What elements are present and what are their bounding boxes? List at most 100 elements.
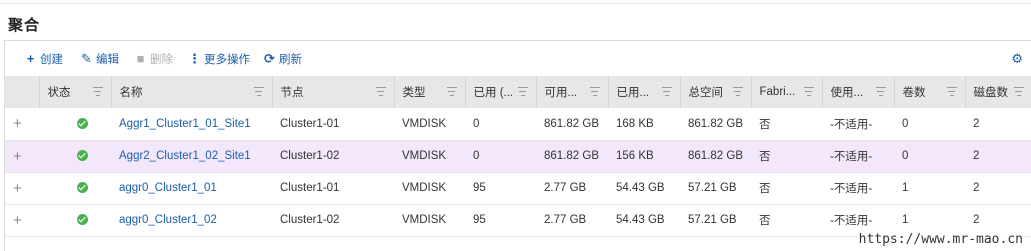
trash-icon: ■ — [136, 51, 145, 66]
column-label: Fabri... — [759, 85, 796, 98]
expand-icon[interactable]: + — [5, 204, 39, 237]
disks-cell: 2 — [965, 140, 1031, 173]
pencil-icon: ✎ — [81, 51, 92, 66]
page-title: 聚合 — [8, 17, 41, 34]
refresh-icon: ⟳ — [264, 51, 275, 66]
refresh-button[interactable]: ⟳ 刷新 — [263, 51, 302, 67]
column-header-disks[interactable]: 磁盘数 — [965, 76, 1031, 108]
filter-icon[interactable] — [661, 87, 672, 96]
total-cell: 57.21 GB — [680, 204, 751, 237]
usage-cell: -不适用- — [822, 140, 894, 173]
available-cell: 861.82 GB — [536, 108, 608, 141]
used-pct-cell: 0 — [465, 108, 536, 141]
node-cell: Cluster1-02 — [272, 140, 394, 173]
aggregate-name-link[interactable]: Aggr2_Cluster1_02_Site1 — [119, 150, 251, 162]
filter-icon[interactable] — [253, 87, 264, 96]
type-cell: VMDISK — [394, 204, 465, 237]
filter-icon[interactable] — [446, 87, 457, 96]
column-label: 节点 — [280, 87, 304, 99]
column-header-type[interactable]: 类型 — [394, 76, 466, 108]
expand-header — [5, 76, 40, 108]
table-header-row: 状态 名称 节点 类型 已用 (... 可用... 已用... 总空间 Fabr… — [5, 76, 1031, 108]
used-cell: 54.43 GB — [608, 172, 680, 205]
plus-icon: + — [26, 51, 35, 66]
status-cell — [39, 108, 111, 141]
used-cell: 168 KB — [608, 108, 680, 141]
disks-cell: 2 — [965, 172, 1031, 205]
used-pct-cell: 0 — [465, 140, 536, 173]
column-label: 使用... — [830, 87, 864, 99]
filter-icon[interactable] — [92, 87, 103, 96]
fabricpool-cell: 否 — [751, 172, 822, 205]
filter-icon[interactable] — [732, 87, 743, 96]
filter-icon[interactable] — [589, 87, 600, 96]
column-header-available[interactable]: 可用... — [536, 76, 609, 108]
edit-button[interactable]: ✎ 编辑 — [80, 51, 119, 67]
aggregate-name-link[interactable]: Aggr1_Cluster1_01_Site1 — [119, 118, 251, 130]
volumes-cell: 0 — [894, 140, 965, 173]
toolbar: + 创建 ✎ 编辑 ■ 删除 ⋮ 更多操作 ⟳ 刷新 ⚙ — [5, 41, 1031, 75]
filter-icon[interactable] — [517, 87, 528, 96]
gear-icon[interactable]: ⚙ — [1011, 51, 1023, 67]
column-header-status[interactable]: 状态 — [39, 76, 112, 108]
fabricpool-cell: 否 — [751, 204, 822, 237]
aggregate-name-link[interactable]: aggr0_Cluster1_02 — [119, 214, 217, 226]
column-label: 名称 — [119, 87, 143, 99]
more-vertical-icon: ⋮ — [188, 51, 201, 66]
total-cell: 861.82 GB — [680, 140, 751, 173]
watermark-text: https://www.mr-mao.cn — [856, 232, 1025, 247]
aggregates-panel: + 创建 ✎ 编辑 ■ 删除 ⋮ 更多操作 ⟳ 刷新 ⚙ 状态 名称 节点 类型… — [4, 40, 1031, 251]
type-cell: VMDISK — [394, 172, 465, 205]
aggregate-name-link[interactable]: aggr0_Cluster1_01 — [119, 182, 217, 194]
available-cell: 2.77 GB — [536, 172, 608, 205]
status-ok-icon — [77, 214, 88, 226]
column-header-used-pct[interactable]: 已用 (... — [465, 76, 537, 108]
column-label: 已用 (... — [473, 87, 514, 99]
filter-icon[interactable] — [1013, 87, 1024, 96]
create-label: 创建 — [40, 54, 63, 66]
more-actions-label: 更多操作 — [204, 54, 250, 66]
status-cell — [39, 140, 111, 173]
column-header-name[interactable]: 名称 — [111, 76, 273, 108]
column-header-used[interactable]: 已用... — [608, 76, 681, 108]
type-cell: VMDISK — [394, 140, 465, 173]
delete-label: 删除 — [150, 54, 173, 66]
delete-button[interactable]: ■ 删除 — [134, 51, 173, 67]
aggregates-table: 状态 名称 节点 类型 已用 (... 可用... 已用... 总空间 Fabr… — [5, 76, 1031, 237]
column-label: 类型 — [402, 87, 426, 99]
expand-icon[interactable]: + — [5, 172, 39, 205]
expand-icon[interactable]: + — [5, 140, 39, 173]
column-header-volumes[interactable]: 卷数 — [894, 76, 966, 108]
usage-cell: -不适用- — [822, 172, 894, 205]
node-cell: Cluster1-02 — [272, 204, 394, 237]
column-header-total[interactable]: 总空间 — [680, 76, 752, 108]
status-cell — [39, 172, 111, 205]
node-cell: Cluster1-01 — [272, 108, 394, 141]
name-cell: Aggr1_Cluster1_01_Site1 — [111, 108, 272, 141]
filter-icon[interactable] — [946, 87, 957, 96]
column-header-node[interactable]: 节点 — [272, 76, 395, 108]
edit-label: 编辑 — [96, 54, 119, 66]
column-label: 总空间 — [688, 87, 724, 99]
create-button[interactable]: + 创建 — [24, 51, 63, 67]
available-cell: 2.77 GB — [536, 204, 608, 237]
filter-icon[interactable] — [375, 87, 386, 96]
status-ok-icon — [77, 118, 88, 130]
filter-icon[interactable] — [803, 87, 814, 96]
table-row[interactable]: + Aggr2_Cluster1_02_Site1 Cluster1-02 VM… — [5, 140, 1031, 173]
table-row[interactable]: + Aggr1_Cluster1_01_Site1 Cluster1-01 VM… — [5, 108, 1031, 141]
expand-icon[interactable]: + — [5, 108, 39, 141]
column-label: 已用... — [616, 87, 650, 99]
table-row[interactable]: + aggr0_Cluster1_01 Cluster1-01 VMDISK 9… — [5, 172, 1031, 205]
more-actions-button[interactable]: ⋮ 更多操作 — [188, 51, 250, 67]
name-cell: aggr0_Cluster1_02 — [111, 204, 272, 237]
status-ok-icon — [77, 150, 88, 162]
disks-cell: 2 — [965, 108, 1031, 141]
column-header-fabricpool[interactable]: Fabri... — [751, 76, 823, 108]
total-cell: 57.21 GB — [680, 172, 751, 205]
filter-icon[interactable] — [875, 87, 886, 96]
node-cell: Cluster1-01 — [272, 172, 394, 205]
volumes-cell: 1 — [894, 172, 965, 205]
total-cell: 861.82 GB — [680, 108, 751, 141]
column-header-usage[interactable]: 使用... — [822, 76, 895, 108]
